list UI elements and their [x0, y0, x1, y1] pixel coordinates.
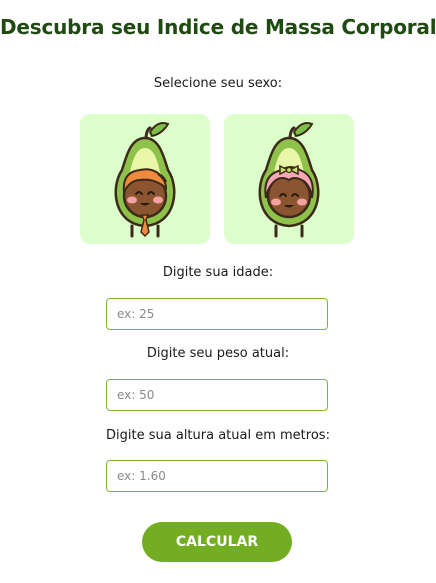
height-input[interactable] [106, 460, 328, 492]
weight-input[interactable] [106, 379, 328, 411]
calculate-button[interactable]: CALCULAR [142, 522, 292, 562]
bmi-calculator-page: Descubra seu Indice de Massa Corporal Se… [0, 0, 436, 583]
page-title: Descubra seu Indice de Massa Corporal [0, 15, 436, 39]
age-input[interactable] [106, 298, 328, 330]
female-avocado-icon [258, 122, 320, 238]
female-option-card[interactable] [224, 114, 354, 244]
sex-selection-label: Selecione seu sexo: [153, 76, 283, 91]
male-avocado-icon [114, 122, 176, 238]
height-label: Digite sua altura atual em metros: [106, 428, 330, 443]
age-label: Digite sua idade: [162, 265, 274, 280]
weight-label: Digite seu peso atual: [146, 346, 290, 361]
male-option-card[interactable] [80, 114, 210, 244]
